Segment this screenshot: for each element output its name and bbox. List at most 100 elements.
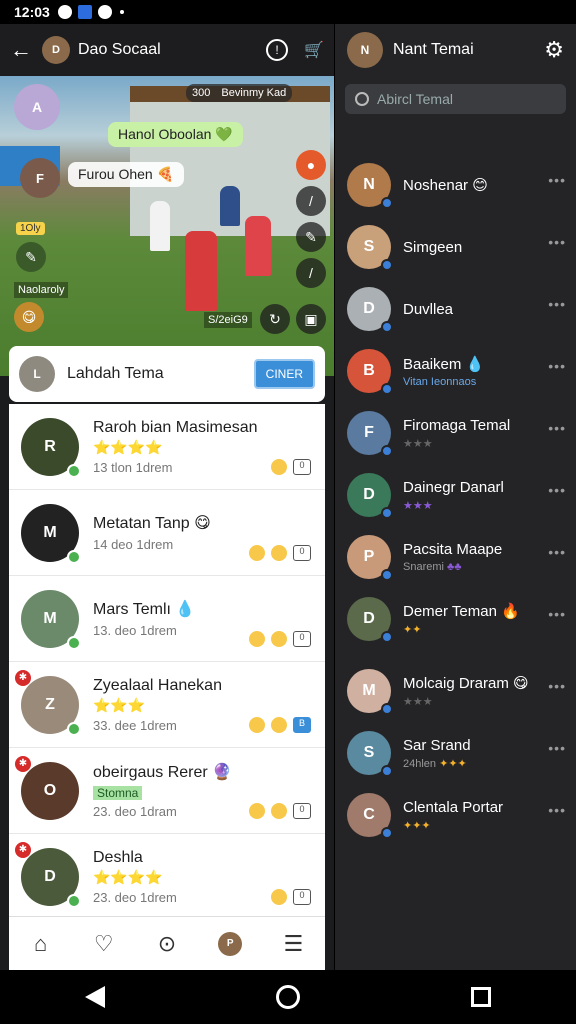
emoji-icon[interactable] [271,803,287,819]
avatar: R [21,417,81,478]
contact-name: Dainegr Danarl [403,478,504,496]
emoji-icon[interactable] [249,631,265,647]
more-icon[interactable]: ••• [548,420,566,436]
more-icon[interactable]: ••• [548,802,566,818]
more-icon[interactable]: ••• [548,740,566,756]
rating-stars: ⭐⭐⭐ [93,696,146,713]
camera-icon[interactable]: 0 [293,889,311,905]
camera-icon[interactable]: 0 [293,803,311,819]
search-icon [355,92,369,106]
tomato-icon[interactable]: ● [296,150,326,180]
more-icon[interactable]: ••• [548,358,566,374]
back-icon[interactable] [85,986,106,1008]
status-bar: 12:03 1% [0,0,576,970]
more-icon[interactable]: ••• [548,678,566,694]
alert-badge: ✱ [15,755,31,772]
emoji-icon[interactable] [271,717,287,733]
emoji-icon[interactable] [271,459,287,475]
recents-icon[interactable] [470,987,491,1007]
alert-badge: ✱ [15,669,31,686]
contact-item[interactable]: C Clentala Portar ✦✦✦ ••• [335,784,576,846]
scene-user-avatar[interactable]: A [14,84,60,130]
search-input[interactable]: Abircl Temal [345,84,566,114]
info-icon[interactable]: ! [266,39,289,61]
emoji-icon[interactable] [271,545,287,561]
list-item[interactable]: R Raroh bian Masimesan ⭐⭐⭐⭐ 13 tlon 1dre… [9,404,325,490]
list-header-title: Lahdah Tema [67,365,164,382]
emoji-icon[interactable] [271,889,287,905]
line-tool-icon[interactable]: / [296,186,326,216]
emoji-icon[interactable] [249,803,265,819]
user-avatar[interactable]: N [347,32,383,68]
chat-avatar[interactable]: F [20,158,60,198]
contact-name: Firomaga Temal [403,416,511,434]
rating-stars: ✦✦✦ [403,819,431,832]
contact-item[interactable]: S Simgeen ••• [335,216,576,278]
more-icon[interactable]: ••• [548,172,566,188]
back-arrow-icon[interactable]: ← [10,37,32,63]
contact-item[interactable]: D Demer Teman 🔥 ✦✦ ••• [335,588,576,650]
contact-item[interactable]: P Pacsita Maape Snaremi ♣♣ ••• [335,526,576,588]
emoji-icon[interactable] [271,631,287,647]
list-item[interactable]: M Metatan Tanp 😋 14 deo 1drem 0 [9,490,325,576]
more-icon[interactable]: ••• [548,234,566,250]
contact-item[interactable]: M Molcaig Draram 😋 ★★★ ••• [335,660,576,722]
camera-icon[interactable]: 0 [293,459,311,475]
emoji-icon[interactable] [249,717,265,733]
more-icon[interactable]: ••• [548,606,566,622]
contact-info: Molcaig Draram 😋 ★★★ [403,674,564,708]
heart-icon[interactable]: ♡ [91,931,117,957]
list-item-name: Metatan Tanp 😋 [93,515,211,532]
pencil-tool-icon[interactable]: ✎ [16,242,46,272]
home-icon[interactable]: ⌂ [28,931,54,957]
list-item[interactable]: O ✱ obeirgaus Rerer 🔮 Stomna 23. deo 1dra… [9,748,325,834]
contact-item[interactable]: B Baaikem 💧 Vitan Ieonnaos ••• [335,340,576,402]
list-header-avatar[interactable]: L [19,356,55,392]
info-square-icon[interactable]: B [293,717,311,733]
rating-stars: ★★★ [403,437,433,450]
enter-button[interactable]: CINER [253,359,315,389]
list-item[interactable]: D ✱ Deshla ⭐⭐⭐⭐ 23. deo 1drem 0 [9,834,325,916]
reaction-icon[interactable]: 😋 [14,302,44,332]
cart-icon[interactable]: 🛒 [304,40,324,60]
contact-item[interactable]: D Duvllea ••• [335,278,576,340]
slash-tool-icon[interactable]: / [296,258,326,288]
emoji-icon[interactable] [249,545,265,561]
rotate-icon[interactable]: ↻ [260,304,290,334]
camera-icon[interactable]: ▣ [296,304,326,334]
group-panel: ← D Dao Socaal ! 🛒 A 300 Bevinmy Kad Han… [0,24,334,970]
contact-item[interactable]: D Dainegr Danarl ★★★ ••• [335,464,576,526]
gear-icon[interactable]: ⚙ [544,37,564,63]
list-header-card: L Lahdah Tema CINER [9,346,325,402]
verified-badge [381,445,393,457]
list-item[interactable]: M Mars Temlı 💧 13. deo 1drem 0 [9,576,325,662]
group-avatar[interactable]: D [42,36,70,64]
more-icon[interactable]: ••• [548,296,566,312]
contact-item[interactable]: S Sar Srand 24hlen ✦✦✦ ••• [335,722,576,784]
profile-avatar-icon[interactable]: P [217,931,243,957]
home-circle-icon[interactable] [275,985,300,1009]
contacts-title: Nant Temai [393,41,474,58]
camera-icon[interactable]: 0 [293,545,311,561]
avatar: D ✱ [15,841,81,908]
more-icon[interactable]: ••• [548,482,566,498]
avatar: M [21,503,81,564]
notification-icon-2 [97,5,112,19]
list-item[interactable]: Z ✱ Zyealaal Hanekan ⭐⭐⭐ 33. dee 1drem B [9,662,325,748]
list-item-name-text: Mars Temlı [93,601,171,618]
search-icon[interactable]: ⊙ [154,931,180,957]
contact-sub: Snaremi ♣♣ [403,561,462,573]
greeting-text: Hanol Oboolan [118,126,212,142]
avatar: F [347,411,393,457]
contact-item[interactable]: F Firomaga Temal ★★★ ••• [335,402,576,464]
contact-item[interactable]: N Noshenar 😊 ••• [335,154,576,216]
verified-badge [381,765,393,777]
menu-icon[interactable]: ☰ [280,931,306,957]
more-icon[interactable]: ••• [548,544,566,560]
camera-icon[interactable]: 0 [293,631,311,647]
item-actions: B [249,717,311,733]
list-item-name: Mars Temlı 💧 [93,601,196,618]
rating-stars: ✦✦ [403,624,422,636]
pen-tool-icon[interactable]: ✎ [296,222,326,252]
game-scene[interactable]: A 300 Bevinmy Kad Hanol Oboolan 💚 F Furo… [0,76,334,376]
